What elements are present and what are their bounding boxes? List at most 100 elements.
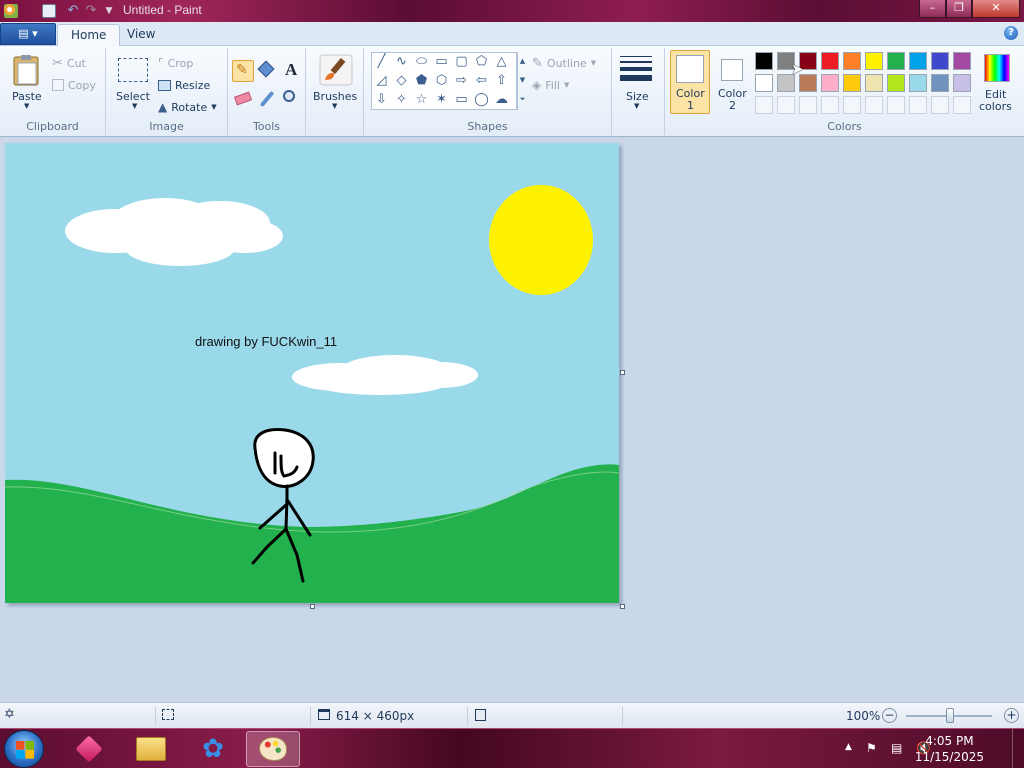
palette-swatch[interactable] xyxy=(909,52,927,70)
cut-button[interactable]: ✂ Cut xyxy=(52,54,86,72)
custom-color-slot[interactable] xyxy=(843,96,861,114)
right-triangle-shape-icon[interactable]: ◿ xyxy=(372,72,391,90)
resize-button[interactable]: Resize xyxy=(158,76,210,94)
color1-button[interactable]: Color 1 xyxy=(670,50,710,114)
custom-color-slot[interactable] xyxy=(953,96,971,114)
palette-swatch[interactable] xyxy=(887,74,905,92)
custom-color-slot[interactable] xyxy=(887,96,905,114)
polygon-shape-icon[interactable]: ⬠ xyxy=(472,53,491,71)
color2-button[interactable]: Color 2 xyxy=(712,50,752,114)
crop-button[interactable]: ⌜ Crop xyxy=(158,54,193,72)
minimize-button[interactable]: – xyxy=(919,0,946,18)
rounded-callout-shape-icon[interactable]: ▭ xyxy=(452,91,471,109)
up-arrow-shape-icon[interactable]: ⇧ xyxy=(492,72,511,90)
custom-color-slot[interactable] xyxy=(755,96,773,114)
taskbar-paint[interactable] xyxy=(246,731,300,767)
magnifier-icon xyxy=(283,90,295,102)
drawing-canvas[interactable]: drawing by FUCKwin_11 xyxy=(5,143,625,609)
rectangle-shape-icon[interactable]: ▭ xyxy=(432,53,451,71)
palette-swatch[interactable] xyxy=(953,74,971,92)
five-point-star-shape-icon[interactable]: ☆ xyxy=(412,91,431,109)
system-clock[interactable]: 4:05 PM 11/15/2025 xyxy=(915,733,984,765)
resize-handle-corner[interactable] xyxy=(620,604,625,609)
palette-swatch[interactable] xyxy=(821,74,839,92)
magnifier-tool[interactable] xyxy=(280,88,302,110)
palette-swatch[interactable] xyxy=(821,52,839,70)
diamond-shape-icon[interactable]: ◇ xyxy=(392,72,411,90)
palette-swatch[interactable] xyxy=(755,52,773,70)
taskbar-file-explorer[interactable] xyxy=(124,731,178,767)
canvas-image[interactable]: drawing by FUCKwin_11 xyxy=(5,143,619,603)
start-button[interactable] xyxy=(4,730,44,768)
custom-color-slot[interactable] xyxy=(777,96,795,114)
undo-icon[interactable]: ↶ xyxy=(66,4,80,18)
taskbar-app-3[interactable]: ✿ xyxy=(186,731,240,767)
paint-menu-button[interactable]: ▤ ▾ xyxy=(0,23,56,45)
size-button[interactable]: Size ▼ xyxy=(618,52,658,116)
curve-shape-icon[interactable]: ∿ xyxy=(392,53,411,71)
down-arrow-shape-icon[interactable]: ⇩ xyxy=(372,91,391,109)
color-picker-tool[interactable] xyxy=(256,88,278,110)
line-shape-icon[interactable]: ╱ xyxy=(372,53,391,71)
palette-swatch[interactable] xyxy=(931,52,949,70)
copy-button[interactable]: Copy xyxy=(52,76,96,94)
custom-color-slot[interactable] xyxy=(821,96,839,114)
paste-button[interactable]: Paste ▼ xyxy=(6,52,48,116)
oval-callout-shape-icon[interactable]: ◯ xyxy=(472,91,491,109)
brushes-button[interactable]: Brushes ▼ xyxy=(310,52,362,116)
text-tool[interactable]: A xyxy=(280,60,302,82)
left-arrow-shape-icon[interactable]: ⇦ xyxy=(472,72,491,90)
redo-icon[interactable]: ↷ xyxy=(84,4,98,18)
network-icon[interactable]: ▤ xyxy=(891,741,905,755)
palette-swatch[interactable] xyxy=(755,74,773,92)
cloud-callout-shape-icon[interactable]: ☁ xyxy=(492,91,511,109)
palette-swatch[interactable] xyxy=(865,52,883,70)
edit-colors-button[interactable]: Edit colors xyxy=(977,52,1019,116)
show-desktop-button[interactable] xyxy=(1012,729,1024,768)
palette-swatch[interactable] xyxy=(931,74,949,92)
help-icon[interactable]: ? xyxy=(1004,26,1018,40)
palette-swatch[interactable] xyxy=(865,74,883,92)
pencil-tool[interactable]: ✎ xyxy=(232,60,254,82)
zoom-in-button[interactable]: + xyxy=(1004,708,1019,723)
custom-color-slot[interactable] xyxy=(909,96,927,114)
resize-handle-bottom[interactable] xyxy=(310,604,315,609)
paint-app-icon[interactable] xyxy=(4,4,18,18)
taskbar-app-1[interactable] xyxy=(62,731,116,767)
four-point-star-shape-icon[interactable]: ✧ xyxy=(392,91,411,109)
select-button[interactable]: Select ▼ xyxy=(112,52,152,116)
oval-shape-icon[interactable]: ⬭ xyxy=(412,53,431,71)
custom-color-slot[interactable] xyxy=(865,96,883,114)
maximize-button[interactable]: ❐ xyxy=(946,0,972,18)
palette-swatch[interactable] xyxy=(843,52,861,70)
save-icon[interactable] xyxy=(42,4,56,18)
tab-home[interactable]: Home xyxy=(57,24,121,46)
rotate-button[interactable]: ▲ Rotate ▼ xyxy=(158,98,217,116)
palette-swatch[interactable] xyxy=(843,74,861,92)
resize-handle-right[interactable] xyxy=(620,370,625,375)
zoom-out-button[interactable]: − xyxy=(882,708,897,723)
tab-view[interactable]: View xyxy=(114,24,168,46)
action-center-icon[interactable]: ⚑ xyxy=(866,741,880,755)
custom-color-slot[interactable] xyxy=(931,96,949,114)
pentagon-shape-icon[interactable]: ⬟ xyxy=(412,72,431,90)
fill-tool[interactable] xyxy=(256,60,278,82)
palette-swatch[interactable] xyxy=(953,52,971,70)
customize-toolbar-icon[interactable]: ▼ xyxy=(102,4,116,18)
six-point-star-shape-icon[interactable]: ✶ xyxy=(432,91,451,109)
outline-button[interactable]: ✎ Outline ▼ xyxy=(532,54,596,72)
hexagon-shape-icon[interactable]: ⬡ xyxy=(432,72,451,90)
palette-swatch[interactable] xyxy=(887,52,905,70)
show-hidden-icons[interactable]: ▲ xyxy=(845,742,852,752)
zoom-slider-thumb[interactable] xyxy=(946,708,954,723)
shapes-scroll[interactable]: ▲ ▼ ⏷ xyxy=(517,52,527,110)
triangle-shape-icon[interactable]: △ xyxy=(492,53,511,71)
custom-color-slot[interactable] xyxy=(799,96,817,114)
rotate-dropdown-icon: ▼ xyxy=(211,103,217,111)
close-button[interactable]: ✕ xyxy=(972,0,1020,18)
rounded-rectangle-shape-icon[interactable]: ▢ xyxy=(452,53,471,71)
fill-button[interactable]: ◈ Fill ▼ xyxy=(532,76,569,94)
palette-swatch[interactable] xyxy=(909,74,927,92)
right-arrow-shape-icon[interactable]: ⇨ xyxy=(452,72,471,90)
eraser-tool[interactable] xyxy=(232,88,254,110)
